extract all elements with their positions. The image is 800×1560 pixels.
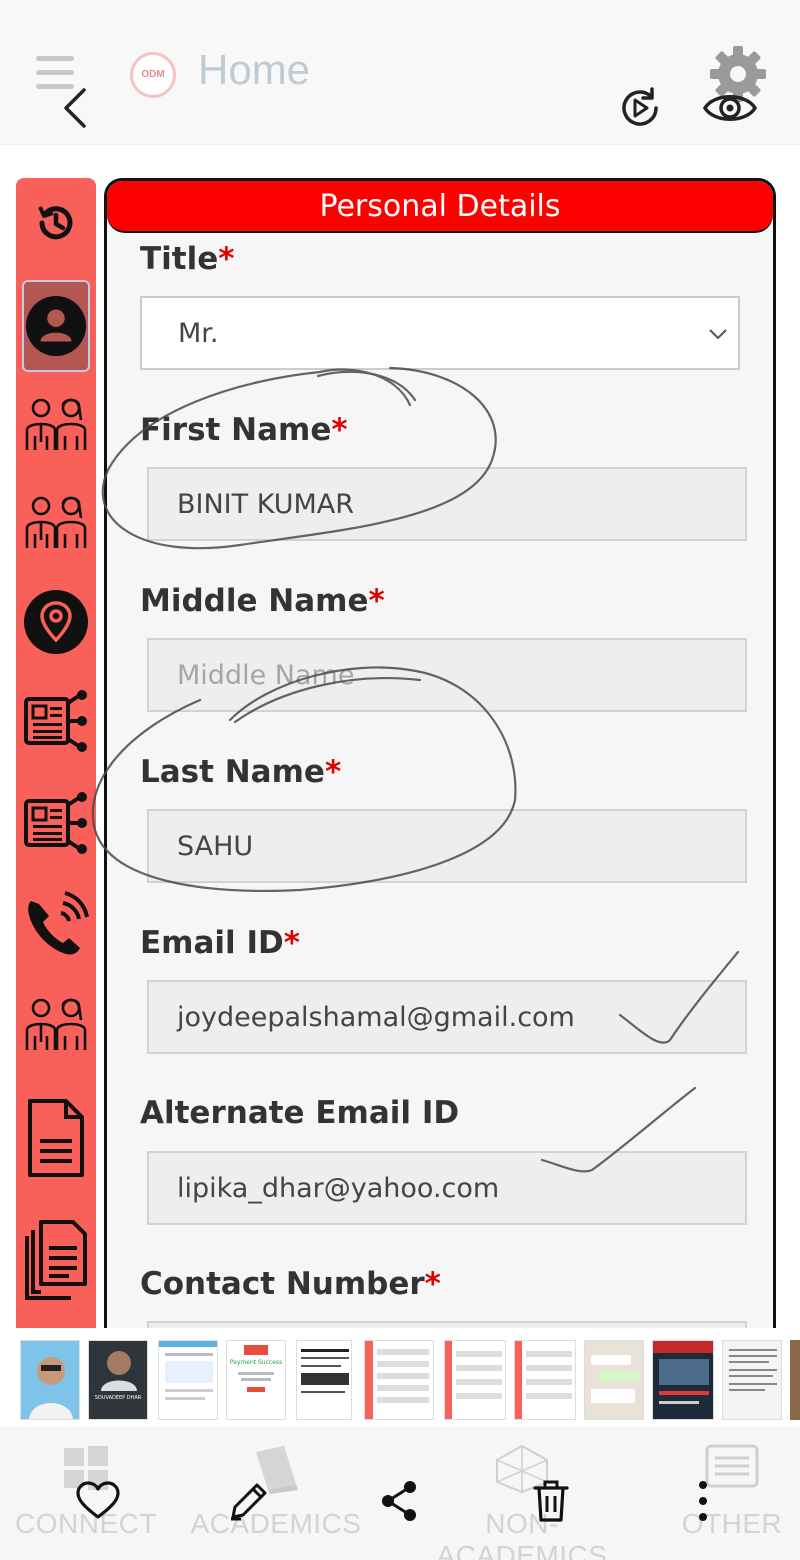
documents-icon[interactable] — [16, 1212, 96, 1308]
thumbnail-chat[interactable] — [584, 1340, 644, 1420]
thumbnail-flyer[interactable] — [652, 1340, 714, 1420]
history-icon[interactable] — [16, 190, 96, 256]
thumbnail-text[interactable] — [722, 1340, 782, 1420]
bottom-bar: CONNECT ACADEMICS NON-ACADEMICS OTHER — [0, 1426, 800, 1560]
thumbnail-screenshot[interactable] — [444, 1340, 506, 1420]
more-vertical-icon[interactable] — [678, 1476, 728, 1526]
alternate-email-field[interactable]: lipika_dhar@yahoo.com — [147, 1151, 747, 1225]
first-name-label: First Name* — [140, 412, 348, 448]
parents-icon[interactable] — [16, 390, 96, 456]
section-header: Personal Details — [107, 181, 773, 233]
thumbnail-photo[interactable] — [20, 1340, 80, 1420]
thumbnail-payment[interactable]: Payment Success — [226, 1340, 286, 1420]
thumbnail-photo[interactable] — [790, 1340, 800, 1420]
thumbnail-document[interactable] — [296, 1340, 352, 1420]
replay-icon[interactable] — [616, 84, 664, 132]
personal-details-card: Personal Details Title* Mr. First Name* … — [104, 178, 776, 1338]
share-icon[interactable] — [374, 1476, 424, 1526]
eye-icon[interactable] — [702, 84, 758, 132]
thumbnail-screenshot[interactable] — [514, 1340, 576, 1420]
last-name-label: Last Name* — [140, 754, 342, 790]
tab-label: ACADEMICS — [190, 1508, 362, 1539]
thumbnail-screenshot[interactable] — [364, 1340, 434, 1420]
middle-name-label: Middle Name* — [140, 583, 385, 619]
contact-number-label: Contact Number* — [140, 1266, 441, 1302]
alternate-email-label: Alternate Email ID — [140, 1095, 460, 1131]
trash-icon[interactable] — [526, 1476, 576, 1526]
document-icon[interactable] — [16, 1090, 96, 1186]
tab-academics[interactable]: ACADEMICS — [176, 1426, 376, 1560]
location-pin-icon[interactable] — [16, 586, 96, 658]
tab-label: NON-ACADEMICS — [436, 1508, 608, 1560]
first-name-field[interactable]: BINIT KUMAR — [147, 467, 747, 541]
guardians-icon[interactable] — [16, 488, 96, 554]
thumbnail-strip: SOUVADEEP DHAR Payment Success — [0, 1328, 800, 1426]
chevron-down-icon — [709, 329, 727, 340]
id-card-icon[interactable] — [16, 686, 96, 756]
tab-non-academics[interactable]: NON-ACADEMICS — [422, 1426, 622, 1560]
title-select-value: Mr. — [178, 317, 219, 349]
back-chevron-icon[interactable] — [58, 86, 98, 130]
page-title: Home — [198, 46, 311, 93]
id-card-icon[interactable] — [16, 788, 96, 858]
phone-icon[interactable] — [16, 888, 96, 964]
title-select[interactable]: Mr. — [140, 296, 740, 370]
middle-name-field[interactable]: Middle Name — [147, 638, 747, 712]
thumbnail-caption: SOUVADEEP DHAR — [94, 1395, 142, 1401]
thumbnail-photo[interactable]: SOUVADEEP DHAR — [88, 1340, 148, 1420]
pencil-icon[interactable] — [224, 1476, 274, 1526]
email-label: Email ID* — [140, 925, 300, 961]
user-profile-icon[interactable] — [22, 280, 90, 372]
heart-icon[interactable] — [73, 1476, 123, 1526]
thumbnail-document[interactable] — [158, 1340, 218, 1420]
last-name-field[interactable]: SAHU — [147, 809, 747, 883]
top-app-bar: ODM Home — [0, 0, 800, 145]
thumbnail-title: Payment Success — [229, 1359, 283, 1366]
school-logo: ODM — [130, 52, 176, 98]
side-menu — [16, 178, 96, 1328]
family-icon[interactable] — [16, 990, 96, 1056]
email-field[interactable]: joydeepalshamal@gmail.com — [147, 980, 747, 1054]
title-label: Title* — [140, 241, 235, 277]
hamburger-icon[interactable] — [36, 56, 74, 90]
